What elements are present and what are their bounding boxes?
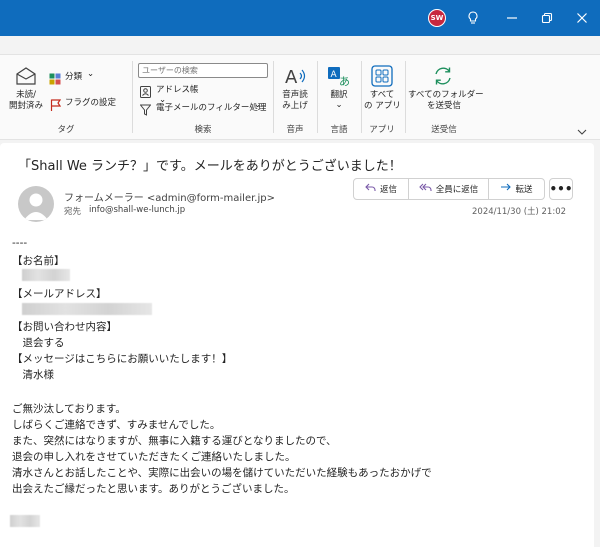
to-label: 宛先 — [64, 207, 82, 217]
unread-read-button[interactable]: 未読/ 開封済み — [6, 65, 46, 115]
forward-icon — [500, 183, 512, 195]
send-receive-group-label: 送受信 — [431, 125, 457, 135]
ribbon-separator — [273, 61, 274, 133]
email-filter-label: 電子メールのフィルター処理 — [156, 103, 267, 113]
address-book-label: アドレス帳 — [156, 85, 199, 95]
reading-pane: 「Shall We ランチ？」です。メールをありがとうございました！ フォームメ… — [0, 143, 594, 547]
message-actions: 返信 全員に返信 転送 — [353, 178, 545, 200]
translate-icon: Aあ — [327, 65, 351, 91]
send-receive-label-2: を送受信 — [426, 101, 461, 111]
body-line-5: 清水さんとお話したことや、実際に出会いの場を儲けていただいた経験もあったおかげで — [12, 467, 432, 479]
redacted-email — [22, 303, 152, 315]
restore-icon[interactable] — [537, 8, 557, 28]
forward-label: 転送 — [515, 185, 533, 195]
unread-read-label-1: 未読/ — [16, 90, 36, 100]
read-aloud-label-2: み上げ — [282, 101, 308, 111]
body-line-3: また、突然にはなりますが、無事に入籍する運びとなりましたので、 — [12, 435, 337, 447]
apps-grid-icon — [371, 65, 393, 91]
body-message-value: 清水様 — [12, 369, 54, 381]
translate-button[interactable]: Aあ 翻訳 ⌄ — [322, 63, 356, 115]
body-inquiry-value: 退会する — [12, 337, 65, 349]
body-inquiry-label: 【お問い合わせ内容】 — [12, 321, 117, 333]
title-bar: SW — [0, 0, 600, 36]
reply-all-button[interactable]: 全員に返信 — [408, 179, 488, 199]
ribbon: 未読/ 開封済み 分類 ⌄ フラグの設定 ⌄ タグ アドレス帳 電子メールのフィ… — [0, 54, 600, 140]
collapse-ribbon-icon[interactable] — [577, 121, 589, 135]
forward-button[interactable]: 転送 — [488, 179, 544, 199]
all-apps-button[interactable]: すべて の アプリ — [364, 63, 401, 115]
account-avatar[interactable]: SW — [428, 9, 446, 27]
body-message-label: 【メッセージはこちらにお願いいたします！】 — [12, 353, 233, 365]
categorize-button[interactable]: 分類 ⌄ — [49, 69, 129, 85]
redacted-signature — [10, 515, 40, 527]
message-date: 2024/11/30 (土) 21:02 — [472, 207, 567, 217]
redacted-name — [22, 269, 70, 281]
language-group-label: 言語 — [330, 125, 348, 135]
message-subject: 「Shall We ランチ？」です。メールをありがとうございました！ — [18, 159, 402, 174]
user-search-input[interactable] — [138, 63, 268, 78]
chevron-down-icon: ⌄ — [254, 100, 262, 110]
flag-icon — [50, 96, 62, 115]
flag-button[interactable]: フラグの設定 ⌄ — [49, 95, 166, 111]
svg-text:あ: あ — [339, 75, 350, 87]
apps-group-label: アプリ — [369, 125, 395, 135]
more-actions-button[interactable]: ••• — [549, 178, 573, 200]
to-recipient[interactable]: info@shall-we-lunch.jp — [89, 205, 185, 215]
read-aloud-button[interactable]: A 音声読 み上げ — [277, 63, 313, 115]
svg-text:A: A — [331, 70, 338, 80]
body-line-2: しばらくご連絡できず、すみませんでした。 — [12, 419, 221, 431]
body-line-6: 出会えたご縁だったと思います。ありがとうございました。 — [12, 483, 295, 495]
read-aloud-label-1: 音声読 — [282, 90, 308, 100]
send-receive-label-1: すべてのフォルダー — [408, 90, 484, 100]
reply-icon — [365, 183, 376, 195]
body-line-1: ご無沙汰しております。 — [12, 403, 126, 415]
svg-text:A: A — [285, 67, 298, 87]
all-apps-label-1: すべて — [369, 90, 395, 100]
email-filter-button[interactable]: 電子メールのフィルター処理 ⌄ — [139, 100, 268, 116]
unread-read-label-2: 開封済み — [8, 101, 43, 111]
ribbon-separator — [405, 61, 406, 133]
envelope-icon — [15, 67, 37, 89]
reply-all-icon — [418, 183, 432, 195]
chevron-down-icon: ⌄ — [335, 100, 343, 110]
categorize-icon — [49, 70, 61, 89]
sender-avatar — [18, 186, 54, 222]
categorize-label: 分類 — [65, 72, 83, 82]
reply-all-label: 全員に返信 — [435, 185, 479, 195]
close-icon[interactable] — [572, 8, 592, 28]
body-email-label: 【メールアドレス】 — [12, 288, 107, 300]
ribbon-separator — [361, 61, 362, 133]
body-name-label: 【お名前】 — [12, 255, 65, 267]
chevron-down-icon: ⌄ — [87, 69, 95, 79]
sender-name[interactable]: フォームメーラー <admin@form-mailer.jp> — [64, 189, 275, 204]
all-apps-label-2: の アプリ — [364, 101, 401, 111]
ribbon-separator — [132, 61, 133, 133]
read-aloud-icon: A — [284, 65, 308, 91]
address-book-button[interactable]: アドレス帳 — [140, 82, 230, 98]
filter-icon — [139, 101, 152, 120]
body-line-4: 退会の申し入れをさせていただきたくご連絡いたしました。 — [12, 451, 296, 463]
minimize-icon[interactable] — [502, 8, 522, 28]
search-group-label: 検索 — [194, 125, 212, 135]
speech-group-label: 音声 — [286, 125, 304, 135]
reply-label: 返信 — [379, 185, 397, 195]
sync-icon — [432, 65, 454, 91]
ribbon-separator — [317, 61, 318, 133]
reply-button[interactable]: 返信 — [354, 179, 408, 199]
flag-label: フラグの設定 — [65, 98, 117, 108]
lightbulb-icon[interactable] — [463, 8, 483, 28]
body-separator: ---- — [12, 237, 28, 249]
tag-group-label: タグ — [57, 125, 75, 135]
send-receive-all-button[interactable]: すべてのフォルダー を送受信 — [408, 63, 484, 115]
